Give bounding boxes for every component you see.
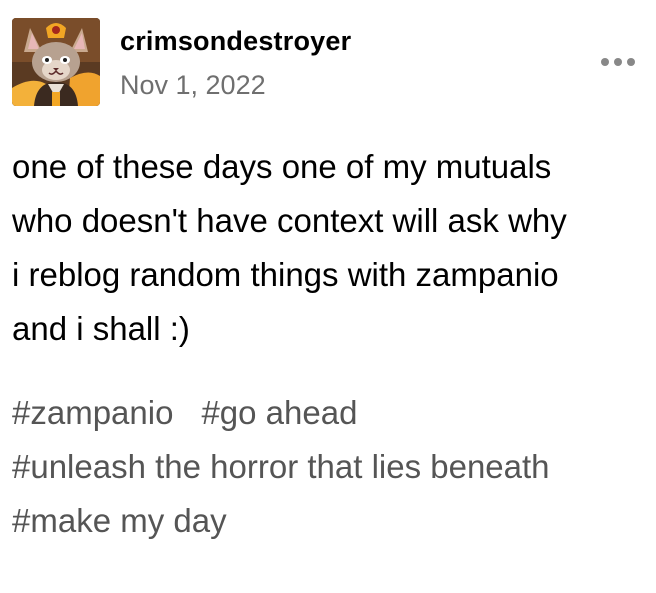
post-tags: #zampanio #go ahead #unleash the horror t… bbox=[12, 386, 644, 548]
tag-row: #make my day bbox=[12, 494, 644, 548]
post-body: one of these days one of my mutuals who … bbox=[12, 140, 644, 356]
author-username[interactable]: crimsondestroyer bbox=[120, 26, 351, 57]
tag-zampanio[interactable]: #zampanio bbox=[12, 394, 173, 431]
cat-character-avatar-icon bbox=[12, 18, 100, 106]
tag-go-ahead[interactable]: #go ahead bbox=[201, 394, 357, 431]
post-header: crimsondestroyer Nov 1, 2022 bbox=[12, 18, 644, 110]
post-body-line: who doesn't have context will ask why bbox=[12, 202, 567, 239]
post-body-line: one of these days one of my mutuals bbox=[12, 148, 552, 185]
tag-unleash-the-horror[interactable]: #unleash the horror that lies beneath bbox=[12, 448, 550, 485]
post-date[interactable]: Nov 1, 2022 bbox=[120, 70, 266, 101]
more-options-icon bbox=[601, 58, 635, 66]
tag-row: #unleash the horror that lies beneath bbox=[12, 440, 644, 494]
avatar[interactable] bbox=[12, 18, 100, 106]
tag-row: #zampanio #go ahead bbox=[12, 386, 644, 440]
more-options-button[interactable] bbox=[598, 52, 638, 72]
post-body-line: i reblog random things with zampanio bbox=[12, 256, 559, 293]
post-body-line: and i shall :) bbox=[12, 310, 190, 347]
tag-make-my-day[interactable]: #make my day bbox=[12, 502, 227, 539]
